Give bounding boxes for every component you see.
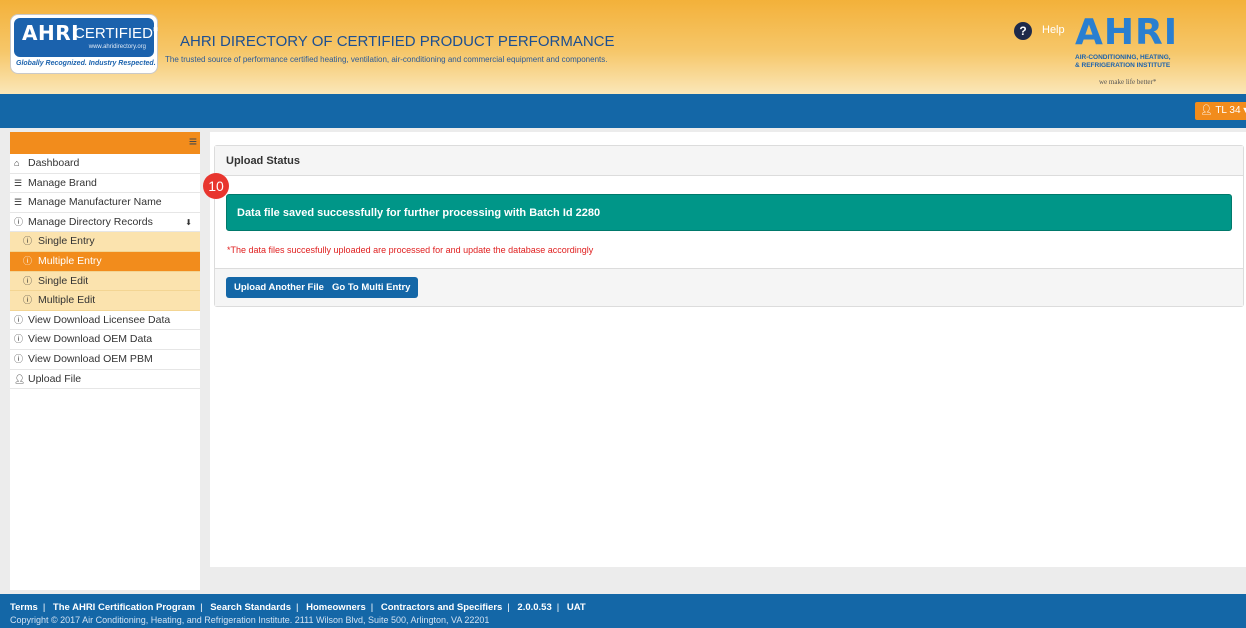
home-icon: ⌂	[14, 158, 20, 168]
sidebar-item-dashboard[interactable]: ⌂ Dashboard	[10, 154, 200, 174]
success-message: Data file saved successfully for further…	[237, 207, 601, 219]
footer-link-homeowners[interactable]: Homeowners	[306, 602, 366, 613]
step-number-badge: 10	[203, 173, 229, 199]
user-icon: 👤︎	[14, 373, 26, 384]
logo-tagline: Globally Recognized. Industry Respected.	[16, 60, 156, 67]
info-icon: ⓘ	[14, 216, 24, 227]
footer-environment: UAT	[566, 602, 586, 613]
site-title: AHRI DIRECTORY OF CERTIFIED PRODUCT PERF…	[180, 33, 615, 50]
footer-link-terms[interactable]: Terms	[10, 602, 38, 613]
sidebar-item-manage-directory-records[interactable]: ⓘ Manage Directory Records ⬇	[10, 213, 200, 233]
ahri-institute-logo: AHRI	[1075, 12, 1179, 53]
footer-separator: |	[556, 602, 560, 613]
logo-brand: AHRI	[22, 21, 80, 45]
site-footer: Terms | The AHRI Certification Program | S…	[0, 594, 1246, 628]
panel-footer: Upload Another File Go To Multi Entry	[215, 268, 1243, 306]
sidebar-item-label: Manage Brand	[28, 176, 97, 189]
footer-version: 2.0.0.53	[517, 602, 552, 613]
panel-header: Upload Status	[215, 146, 1243, 176]
sidebar-item-label: Manage Directory Records	[28, 215, 153, 228]
help-icon: ?	[1014, 22, 1032, 40]
logo-certified: CERTIFIED®	[74, 25, 159, 42]
footer-separator: |	[200, 602, 203, 613]
sidebar-item-view-download-oem-pbm[interactable]: ⓘ View Download OEM PBM	[10, 350, 200, 370]
caret-down-icon: ⬇	[185, 217, 192, 227]
list-icon: ☰	[14, 197, 23, 208]
sidebar: ≡ ⌂ Dashboard ☰ Manage Brand ☰ Manage Ma…	[10, 132, 200, 590]
success-alert: Data file saved successfully for further…	[226, 194, 1232, 231]
sidebar-menu: ⌂ Dashboard ☰ Manage Brand ☰ Manage Manu…	[10, 154, 200, 390]
sidebar-item-label: Dashboard	[28, 157, 80, 169]
site-header: AHRI CERTIFIED® www.ahridirectory.org Gl…	[0, 0, 1246, 94]
main-content: Upload Status 10 Data file saved success…	[203, 132, 1246, 567]
sidebar-item-upload-file[interactable]: 👤︎ Upload File	[10, 370, 200, 390]
top-nav-bar: 👤︎ TL 34 ▾	[0, 94, 1246, 128]
download-icon: ⓘ	[14, 334, 24, 345]
footer-separator: |	[42, 602, 46, 613]
panel-title: Upload Status	[226, 155, 300, 167]
footer-link-search-standards[interactable]: Search Standards	[210, 602, 291, 613]
footer-links: Terms | The AHRI Certification Program | S…	[10, 602, 586, 613]
sidebar-item-multiple-entry[interactable]: ⓘ Multiple Entry	[10, 251, 200, 272]
user-icon: 👤︎	[1200, 105, 1213, 116]
footer-link-certification-program[interactable]: The AHRI Certification Program	[53, 602, 195, 613]
sidebar-item-multiple-edit[interactable]: ⓘ Multiple Edit	[10, 291, 200, 311]
processing-note: *The data files succesfully uploaded are…	[227, 245, 594, 255]
info-icon: ⓘ	[23, 255, 33, 266]
help-label: Help	[1042, 24, 1065, 36]
user-menu-button[interactable]: 👤︎ TL 34 ▾	[1195, 102, 1246, 120]
sidebar-item-label: Multiple Edit	[38, 294, 96, 307]
sidebar-item-label: View Download Licensee Data	[28, 313, 171, 326]
info-icon: ⓘ	[23, 275, 33, 286]
logo-inner: AHRI CERTIFIED® www.ahridirectory.org	[14, 18, 158, 57]
hamburger-menu-icon[interactable]: ≡	[189, 134, 197, 148]
sidebar-item-single-entry[interactable]: ⓘ Single Entry	[10, 232, 200, 252]
sidebar-header: ≡	[10, 132, 200, 154]
upload-another-file-button[interactable]: Upload Another File	[226, 277, 332, 298]
sidebar-item-label: Manage Manufacturer Name	[28, 196, 162, 209]
sidebar-item-label: View Download OEM Data	[28, 333, 153, 346]
upload-status-panel: Upload Status 10 Data file saved success…	[203, 145, 1244, 307]
sidebar-item-label: Single Edit	[38, 274, 89, 287]
download-icon: ⓘ	[14, 353, 24, 364]
sidebar-item-label: Single Entry	[38, 235, 95, 248]
footer-separator: |	[370, 602, 374, 613]
sidebar-item-label: Multiple Entry	[38, 254, 102, 267]
sidebar-item-label: View Download OEM PBM	[28, 352, 153, 365]
sidebar-item-view-download-licensee-data[interactable]: ⓘ View Download Licensee Data	[10, 311, 200, 331]
sidebar-item-manage-manufacturer-name[interactable]: ☰ Manage Manufacturer Name	[10, 193, 200, 213]
footer-link-contractors-specifiers[interactable]: Contractors and Specifiers	[381, 602, 502, 613]
site-subtitle: The trusted source of performance certif…	[165, 55, 608, 64]
footer-separator: |	[507, 602, 510, 613]
sidebar-item-manage-brand[interactable]: ☰ Manage Brand	[10, 174, 200, 194]
user-label: TL 34	[1215, 105, 1241, 116]
sidebar-item-label: Upload File	[28, 372, 82, 385]
sidebar-item-view-download-oem-data[interactable]: ⓘ View Download OEM Data	[10, 330, 200, 350]
download-icon: ⓘ	[14, 314, 24, 325]
institute-name-line2: & REFRIGERATION INSTITUTE	[1075, 62, 1171, 69]
sidebar-item-single-edit[interactable]: ⓘ Single Edit	[10, 271, 200, 292]
institute-slogan: we make life better*	[1099, 78, 1157, 86]
copyright-text: Copyright © 2017 Air Conditioning, Heati…	[10, 615, 490, 625]
institute-name-line1: AIR-CONDITIONING, HEATING,	[1075, 54, 1171, 61]
info-icon: ⓘ	[23, 236, 33, 247]
info-icon: ⓘ	[23, 295, 33, 306]
logo-url: www.ahridirectory.org	[88, 44, 146, 50]
go-to-multi-entry-button[interactable]: Go To Multi Entry	[324, 277, 419, 298]
footer-separator: |	[296, 602, 299, 613]
list-icon: ☰	[14, 177, 23, 188]
ahri-certified-logo[interactable]: AHRI CERTIFIED® www.ahridirectory.org Gl…	[10, 14, 158, 74]
